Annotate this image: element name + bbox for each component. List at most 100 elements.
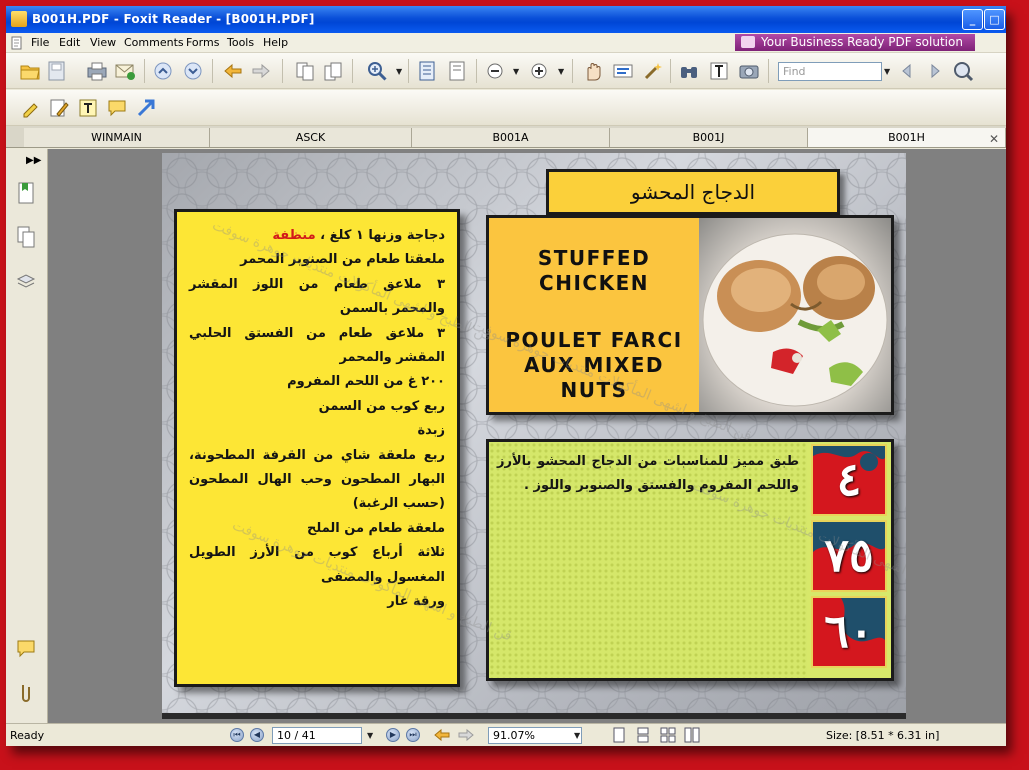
tab-b001h[interactable]: B001H ✕: [808, 128, 1006, 147]
ingredient-item: ثلاثة أرباع كوب من الأرز الطويل المغسول …: [189, 545, 445, 585]
snapshot-wand-icon[interactable]: [642, 60, 664, 82]
next-page-status-icon[interactable]: ▶: [386, 728, 400, 742]
tab-asck[interactable]: ASCK: [210, 128, 412, 147]
pdf-page: الدجاج المحشو STUFFED CHICKEN POULET FAR…: [162, 153, 906, 713]
arabic-title: الدجاج المحشو: [630, 180, 756, 204]
zoom-level-dropdown-arrow-icon[interactable]: ▼: [574, 731, 580, 740]
print-icon[interactable]: [86, 60, 108, 82]
servings-number: ٤: [836, 452, 862, 506]
menu-view[interactable]: View: [90, 36, 116, 49]
menu-help[interactable]: Help: [263, 36, 288, 49]
find-next-icon[interactable]: [924, 60, 946, 82]
dish-description: طبق مميز للمناسبات من الدجاج المحشو بالأ…: [497, 454, 799, 493]
english-title-line-1: STUFFED: [537, 246, 651, 270]
fit-width-icon[interactable]: [446, 60, 468, 82]
menu-tools[interactable]: Tools: [227, 36, 254, 49]
tab-b001a[interactable]: B001A: [412, 128, 610, 147]
arrow-tool-icon[interactable]: [135, 97, 157, 119]
menu-file[interactable]: File: [31, 36, 49, 49]
foxit-app-icon: [11, 11, 27, 27]
banner-icon: [741, 36, 755, 48]
back-view-icon[interactable]: [434, 728, 450, 742]
menu-comments[interactable]: Comments: [124, 36, 184, 49]
ingredient-item: ورقة غار: [387, 594, 445, 610]
comment-toolbar: [6, 90, 1006, 126]
single-page-layout-icon[interactable]: [612, 727, 626, 743]
zoom-in-icon[interactable]: [528, 60, 550, 82]
document-tab-bar: WINMAIN ASCK B001A B001J B001H ✕: [6, 126, 1006, 148]
zoom-out-icon[interactable]: [484, 60, 506, 82]
banner-text: Your Business Ready PDF solution: [761, 35, 963, 49]
callout-comment-icon[interactable]: [106, 97, 128, 119]
prep-time-number-box: ٧٥: [811, 520, 887, 592]
textbox-icon[interactable]: [77, 97, 99, 119]
first-page-icon[interactable]: ⏮: [230, 728, 244, 742]
english-title-line-2: CHICKEN: [539, 271, 649, 295]
fit-page-icon[interactable]: [416, 60, 438, 82]
expand-panel-icon[interactable]: ▶▶: [26, 155, 41, 166]
minimize-button[interactable]: _: [962, 9, 983, 30]
forward-view-icon[interactable]: [458, 728, 474, 742]
note-pencil-icon[interactable]: [48, 97, 70, 119]
main-toolbar: ▼ ▼ ▼ Find ▼: [6, 53, 1006, 89]
save-icon[interactable]: [46, 60, 68, 82]
prep-time-number: ٧٥: [824, 528, 874, 582]
tab-b001j[interactable]: B001J: [610, 128, 808, 147]
ingredient-item: ربع ملعقة شاي من القرفة المطحونة، البهار…: [189, 447, 445, 512]
dish-panel: STUFFED CHICKEN POULET FARCI AUX MIXED N…: [486, 215, 894, 415]
pages-thumbnail-icon[interactable]: [15, 225, 37, 249]
menu-forms[interactable]: Forms: [186, 36, 219, 49]
page-dropdown-arrow-icon[interactable]: ▼: [367, 731, 373, 740]
find-input[interactable]: Find: [778, 62, 882, 81]
open-folder-icon[interactable]: [19, 60, 41, 82]
camera-icon[interactable]: [738, 60, 760, 82]
zoom-in-dropdown-arrow-icon[interactable]: ▼: [558, 67, 564, 76]
maximize-button[interactable]: □: [984, 9, 1005, 30]
status-bar: Ready ⏮ ◀ 10 / 41 ▼ ▶ ⏭ 91.07% ▼ Size: […: [6, 723, 1006, 746]
find-previous-icon[interactable]: [896, 60, 918, 82]
next-page-icon[interactable]: [182, 60, 204, 82]
continuous-facing-layout-icon[interactable]: [684, 727, 700, 743]
page-bottom-edge: [162, 713, 906, 719]
zoom-in-magnifier-icon[interactable]: [366, 60, 388, 82]
email-icon[interactable]: [114, 60, 136, 82]
find-dropdown-arrow-icon[interactable]: ▼: [884, 67, 890, 76]
find-binoculars-icon[interactable]: [678, 60, 700, 82]
status-ready-text: Ready: [10, 729, 45, 742]
last-page-icon[interactable]: ⏭: [406, 728, 420, 742]
insert-pages-icon[interactable]: [322, 60, 344, 82]
ingredient-item: ملعقتا طعام من الصنوبر المحمر: [240, 252, 445, 268]
ingredient-item: ٢٠٠ غ من اللحم المفروم: [287, 374, 445, 390]
close-tab-icon[interactable]: ✕: [989, 130, 999, 149]
continuous-layout-icon[interactable]: [636, 727, 650, 743]
typewriter-text-icon[interactable]: [708, 60, 730, 82]
zoom-level-field[interactable]: 91.07%: [488, 727, 582, 744]
facing-layout-icon[interactable]: [660, 727, 676, 743]
bookmarks-icon[interactable]: [15, 181, 37, 205]
comments-list-icon[interactable]: [15, 637, 37, 661]
prev-page-status-icon[interactable]: ◀: [250, 728, 264, 742]
promo-banner[interactable]: Your Business Ready PDF solution: [735, 34, 975, 51]
select-text-icon[interactable]: [612, 60, 634, 82]
zoom-out-dropdown-arrow-icon[interactable]: ▼: [513, 67, 519, 76]
menu-edit[interactable]: Edit: [59, 36, 80, 49]
description-panel: طبق مميز للمناسبات من الدجاج المحشو بالأ…: [486, 439, 894, 681]
document-view[interactable]: الدجاج المحشو STUFFED CHICKEN POULET FAR…: [48, 149, 1006, 723]
zoom-dropdown-arrow-icon[interactable]: ▼: [396, 67, 402, 76]
attachment-icon[interactable]: [15, 681, 37, 705]
hand-tool-icon[interactable]: [582, 60, 604, 82]
document-menu-icon[interactable]: [10, 36, 24, 50]
search-icon[interactable]: [952, 60, 974, 82]
back-arrow-icon[interactable]: [222, 60, 244, 82]
navigation-panel: ▶▶: [6, 149, 48, 723]
page-size-text: Size: [8.51 * 6.31 in]: [826, 729, 940, 742]
highlight-pen-icon[interactable]: [19, 97, 41, 119]
previous-page-icon[interactable]: [152, 60, 174, 82]
ingredient-item: ٣ ملاعق طعام من الفستق الحلبي المقشر وال…: [189, 325, 445, 366]
tab-winmain[interactable]: WINMAIN: [24, 128, 210, 147]
forward-arrow-icon[interactable]: [250, 60, 272, 82]
french-title-line-2: AUX MIXED NUTS: [523, 353, 664, 402]
extract-pages-icon[interactable]: [294, 60, 316, 82]
page-number-field[interactable]: 10 / 41: [272, 727, 362, 744]
layers-icon[interactable]: [15, 269, 37, 293]
